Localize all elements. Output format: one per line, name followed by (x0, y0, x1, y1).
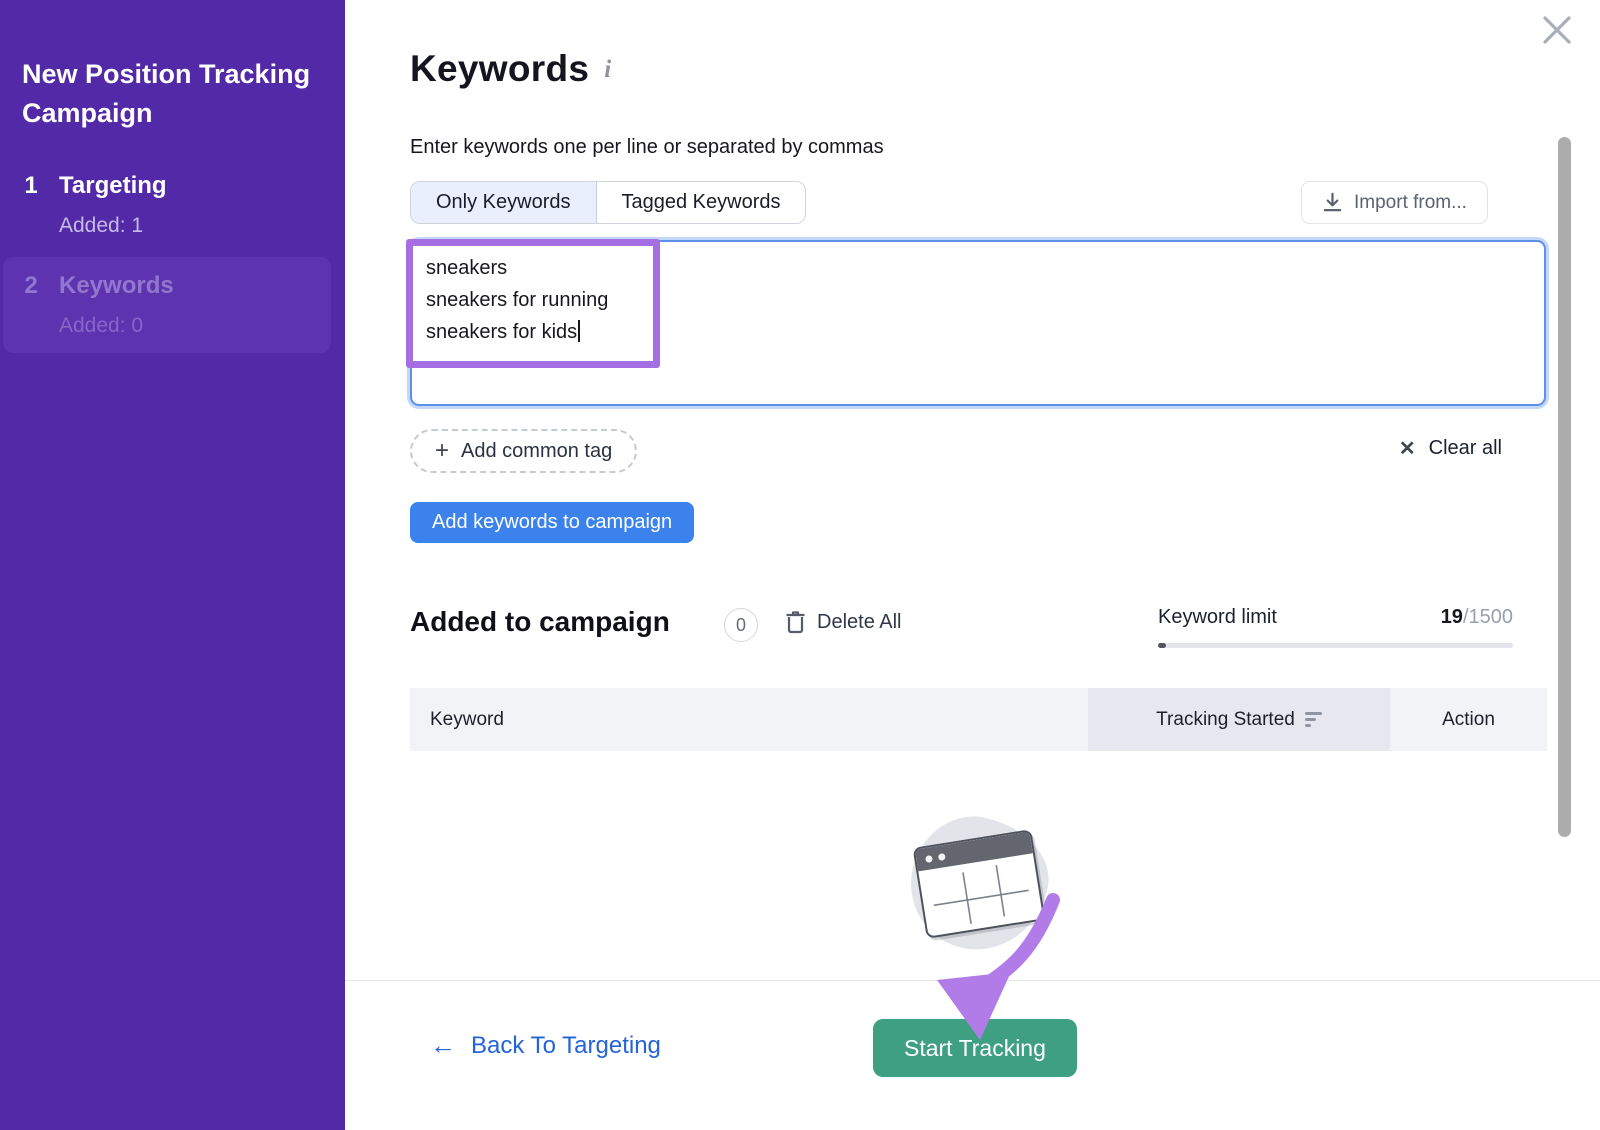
step-number: 2 (3, 272, 59, 353)
keywords-tab-group: Only Keywords Tagged Keywords (410, 181, 806, 224)
delete-all-label: Delete All (817, 611, 902, 634)
tab-only-keywords[interactable]: Only Keywords (411, 182, 597, 223)
start-tracking-button[interactable]: Start Tracking (873, 1019, 1077, 1077)
clear-all-button[interactable]: ✕ Clear all (1399, 436, 1502, 461)
keyword-limit-label: Keyword limit (1158, 606, 1277, 629)
keyword-limit-used: 19 (1441, 606, 1463, 628)
column-header-tracking-started[interactable]: Tracking Started (1088, 688, 1390, 751)
added-to-campaign-title: Added to campaign (410, 606, 670, 638)
step-number: 1 (3, 172, 59, 238)
keyword-limit-progressbar (1158, 643, 1513, 648)
import-from-label: Import from... (1354, 192, 1467, 214)
added-count-badge: 0 (724, 608, 758, 642)
step-meta: Added: 1 (59, 214, 167, 238)
trash-icon (785, 610, 806, 634)
keyword-limit-value: 19/1500 (1441, 606, 1513, 629)
sidebar: New Position Tracking Campaign 1 Targeti… (0, 0, 345, 1130)
empty-table-illustration (905, 812, 1055, 957)
step-meta: Added: 0 (59, 314, 174, 338)
clear-icon: ✕ (1399, 436, 1416, 461)
back-to-targeting-label: Back To Targeting (471, 1032, 661, 1060)
browser-window-icon (913, 829, 1046, 939)
clear-all-label: Clear all (1429, 437, 1502, 460)
download-icon (1322, 192, 1343, 213)
plus-icon: + (435, 439, 449, 463)
step-label: Keywords (59, 272, 174, 300)
keywords-textarea[interactable]: sneakers sneakers for running sneakers f… (410, 240, 1546, 406)
sidebar-step-keywords[interactable]: 2 Keywords Added: 0 (3, 257, 331, 353)
info-icon[interactable]: i (604, 56, 611, 84)
vertical-scrollbar[interactable] (1558, 137, 1571, 837)
page-title: Keywords (410, 48, 589, 90)
sidebar-title: New Position Tracking Campaign (22, 55, 322, 133)
back-to-targeting-link[interactable]: ← Back To Targeting (430, 1030, 661, 1061)
text-cursor (578, 320, 580, 342)
add-common-tag-button[interactable]: + Add common tag (410, 429, 637, 473)
sort-icon (1305, 712, 1322, 727)
add-common-tag-label: Add common tag (461, 440, 612, 463)
keyword-line: sneakers for running (426, 284, 1530, 316)
keywords-instruction: Enter keywords one per line or separated… (410, 136, 884, 159)
new-position-tracking-modal: New Position Tracking Campaign 1 Targeti… (0, 0, 1600, 1130)
keyword-limit-total: /1500 (1463, 606, 1513, 628)
import-from-button[interactable]: Import from... (1301, 181, 1488, 224)
keyword-line: sneakers (426, 252, 1530, 284)
keywords-table-header: Keyword Tracking Started Action (410, 688, 1547, 751)
close-button[interactable] (1534, 8, 1580, 54)
sidebar-step-targeting[interactable]: 1 Targeting Added: 1 (3, 172, 331, 238)
column-header-action: Action (1390, 688, 1547, 751)
keyword-line: sneakers for kids (426, 316, 1530, 348)
back-arrow-icon: ← (430, 1030, 456, 1061)
step-label: Targeting (59, 172, 167, 200)
column-header-keyword: Keyword (410, 688, 1088, 751)
tab-tagged-keywords[interactable]: Tagged Keywords (597, 182, 806, 223)
keyword-limit-progress-fill (1158, 643, 1166, 648)
delete-all-button[interactable]: Delete All (785, 610, 902, 634)
add-keywords-to-campaign-button[interactable]: Add keywords to campaign (410, 502, 694, 543)
modal-footer: ← Back To Targeting Start Tracking (345, 980, 1600, 1130)
close-icon (1537, 10, 1577, 50)
